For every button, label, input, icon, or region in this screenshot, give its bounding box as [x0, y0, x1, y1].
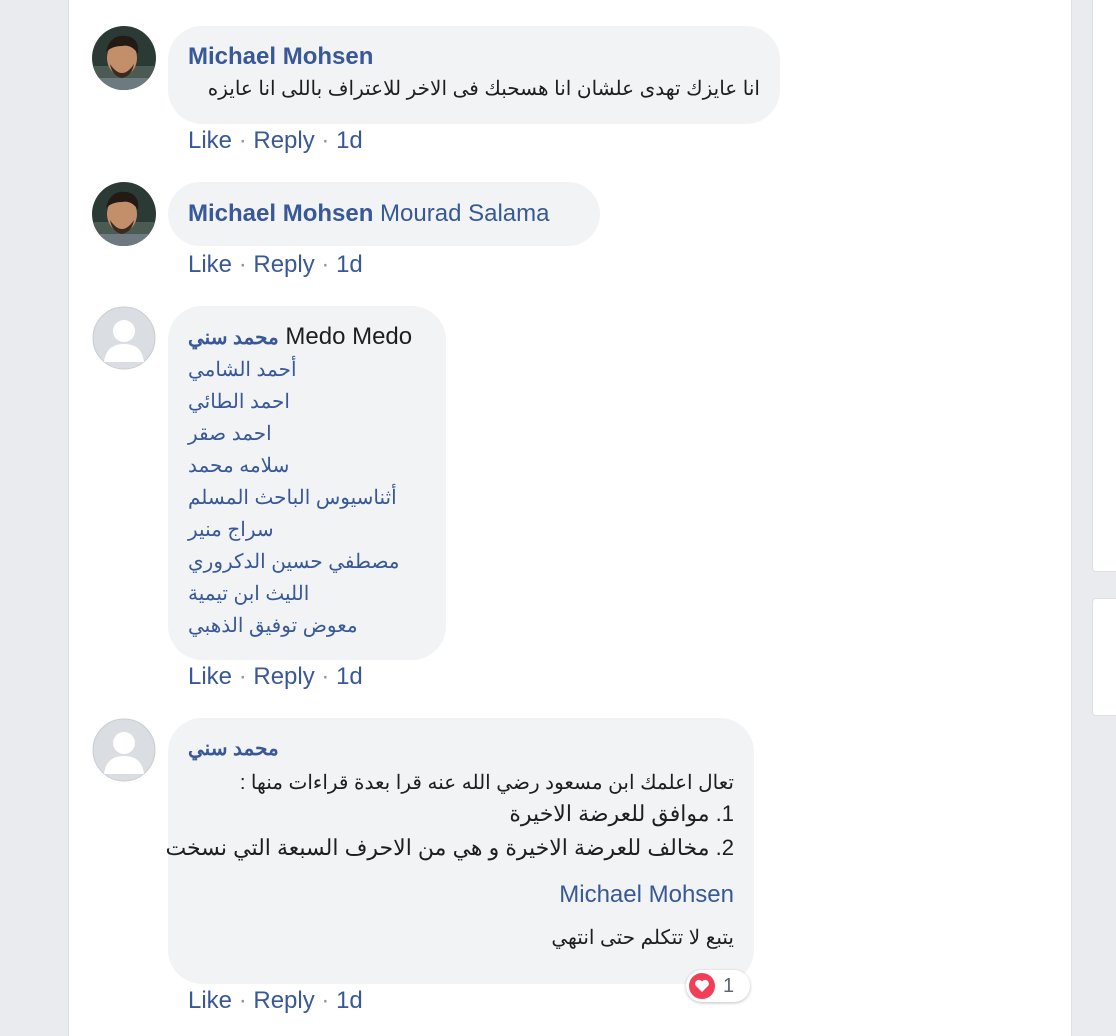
- comment-bubble: Michael Mohsen Mourad Salama: [168, 182, 600, 246]
- comment-actions: Like · Reply · 1d: [188, 987, 363, 1015]
- comment-author[interactable]: Michael Mohsen: [188, 200, 373, 227]
- comment-author[interactable]: محمد سني: [188, 327, 279, 349]
- comment-author[interactable]: Michael Mohsen: [188, 43, 760, 71]
- mention-link[interactable]: الليث ابن تيمية: [188, 578, 426, 610]
- separator: ·: [321, 987, 330, 1014]
- default-avatar-icon: [92, 306, 156, 370]
- comment-text: يتبع لا تتكلم حتى انتهي: [551, 927, 734, 949]
- comment-bubble: Michael Mohsen انا عايزك تهدى علشان انا …: [168, 26, 780, 124]
- timestamp[interactable]: 1d: [336, 127, 363, 154]
- mention-link[interactable]: Mourad Salama: [380, 200, 549, 227]
- heart-icon: [689, 973, 715, 999]
- separator: ·: [238, 127, 247, 154]
- avatar[interactable]: [92, 26, 156, 90]
- mention-link[interactable]: احمد الطائي: [188, 386, 426, 418]
- comment-bubble: محمد سني Medo Medo أحمد الشامي احمد الطا…: [168, 306, 446, 660]
- comment-actions: Like · Reply · 1d: [188, 251, 363, 279]
- separator: ·: [238, 251, 247, 278]
- timestamp[interactable]: 1d: [336, 251, 363, 278]
- profile-photo: [92, 182, 156, 246]
- comment-lead-text: Medo Medo: [285, 323, 413, 350]
- comment-actions: Like · Reply · 1d: [188, 663, 363, 691]
- separator: ·: [238, 663, 247, 690]
- separator: ·: [238, 987, 247, 1014]
- comment-text: 2. مخالف للعرضة الاخيرة و هي من الاحرف ا…: [165, 835, 734, 860]
- reply-button[interactable]: Reply: [253, 251, 314, 278]
- comment-text: 1. موافق للعرضة الاخيرة: [509, 801, 734, 826]
- mention-link[interactable]: أثناسيوس الباحث المسلم: [188, 482, 426, 514]
- timestamp[interactable]: 1d: [336, 663, 363, 690]
- like-button[interactable]: Like: [188, 127, 232, 154]
- avatar[interactable]: [92, 718, 156, 782]
- reaction-summary[interactable]: 1: [686, 970, 750, 1002]
- mention-link[interactable]: سلامه محمد: [188, 450, 426, 482]
- sidebar-card: [1092, 0, 1116, 572]
- separator: ·: [321, 663, 330, 690]
- timestamp[interactable]: 1d: [336, 987, 363, 1014]
- mention-link[interactable]: سراج منير: [188, 514, 426, 546]
- mention-link[interactable]: معوض توفيق الذهبي: [188, 610, 426, 642]
- avatar[interactable]: [92, 306, 156, 370]
- mention-link[interactable]: Michael Mohsen: [559, 881, 734, 908]
- profile-photo: [92, 26, 156, 90]
- comment-author[interactable]: محمد سني: [188, 735, 734, 763]
- like-button[interactable]: Like: [188, 663, 232, 690]
- avatar[interactable]: [92, 182, 156, 246]
- mention-link[interactable]: أحمد الشامي: [188, 354, 426, 386]
- comment-text: انا عايزك تهدى علشان انا هسحبك فى الاخر …: [207, 78, 760, 100]
- reply-button[interactable]: Reply: [253, 987, 314, 1014]
- sidebar-card: [1092, 598, 1116, 716]
- like-button[interactable]: Like: [188, 251, 232, 278]
- comment-text: تعال اعلمك ابن مسعود رضي الله عنه قرا بع…: [239, 772, 734, 794]
- comment-bubble: محمد سني تعال اعلمك ابن مسعود رضي الله ع…: [165, 718, 754, 984]
- separator: ·: [321, 251, 330, 278]
- mention-list: أحمد الشامي احمد الطائي احمد صقر سلامه م…: [188, 354, 426, 642]
- like-button[interactable]: Like: [188, 987, 232, 1014]
- reply-button[interactable]: Reply: [253, 127, 314, 154]
- reply-button[interactable]: Reply: [253, 663, 314, 690]
- separator: ·: [321, 127, 330, 154]
- reaction-count: 1: [723, 974, 735, 997]
- default-avatar-icon: [92, 718, 156, 782]
- comment-actions: Like · Reply · 1d: [188, 127, 363, 155]
- mention-link[interactable]: مصطفي حسين الدكروري: [188, 546, 426, 578]
- mention-link[interactable]: احمد صقر: [188, 418, 426, 450]
